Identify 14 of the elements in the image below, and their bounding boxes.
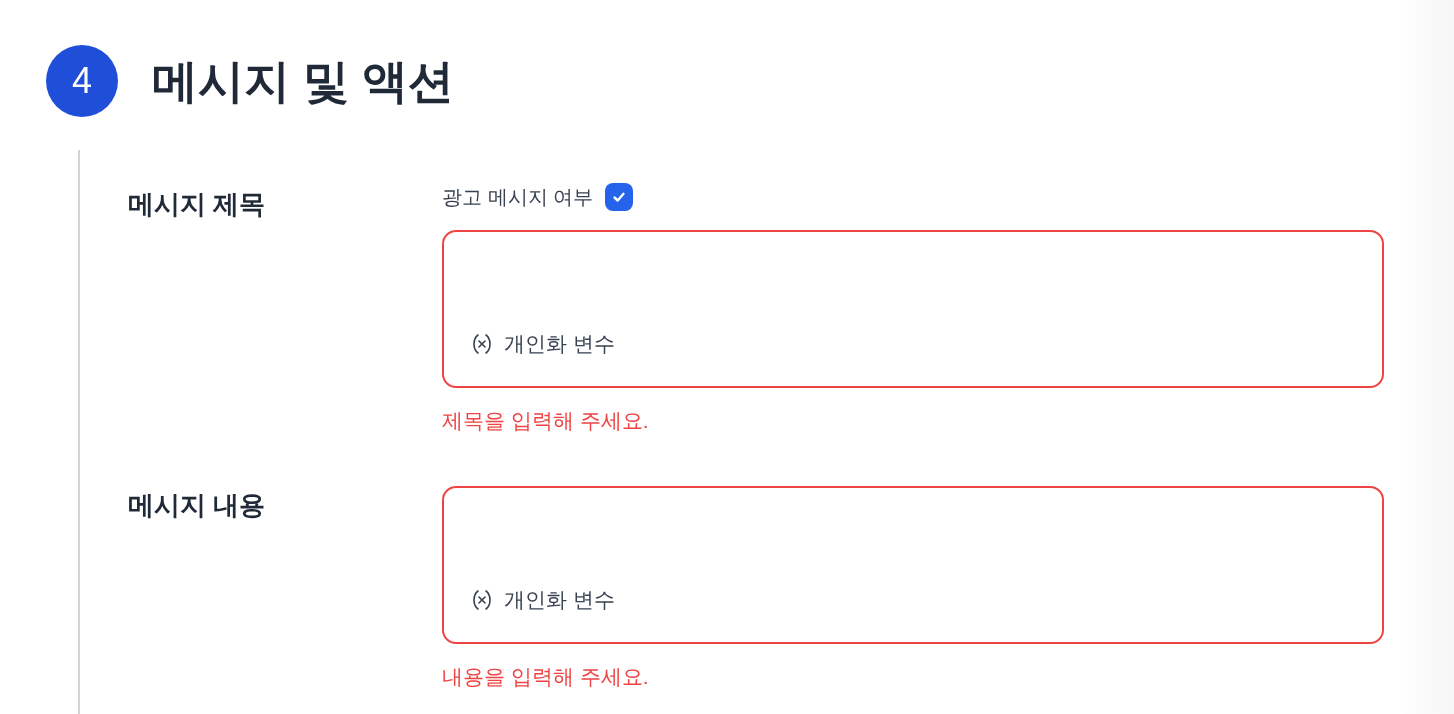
field-label: 메시지 제목 xyxy=(128,189,266,219)
checked-checkbox-icon[interactable] xyxy=(605,183,634,211)
checkbox-label: 광고 메시지 여부 xyxy=(442,185,594,210)
text-input-field[interactable]: 개인화 변수 xyxy=(442,230,1384,388)
text-input-field[interactable]: 개인화 변수 xyxy=(442,486,1384,644)
field-label: 메시지 내용 xyxy=(128,490,266,520)
step-number-badge: 4 xyxy=(46,45,118,117)
error-message: 내용을 입력해 주세요. xyxy=(442,664,649,690)
personalization-variable-button[interactable]: 개인화 변수 xyxy=(470,330,615,358)
section-title: 메시지 및 액션 xyxy=(152,54,454,109)
error-message: 제목을 입력해 주세요. xyxy=(442,408,649,434)
variable-icon xyxy=(470,332,494,356)
personalization-variable-button[interactable]: 개인화 변수 xyxy=(470,586,615,614)
variable-icon xyxy=(470,588,494,612)
